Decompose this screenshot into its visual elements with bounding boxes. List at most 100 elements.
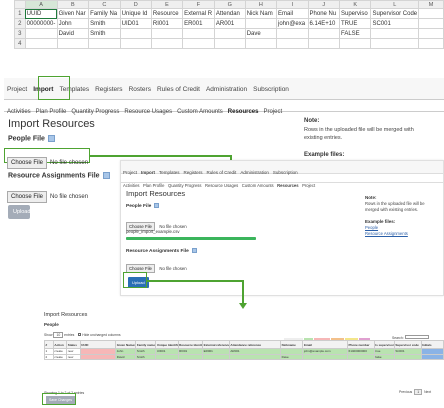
cell[interactable]: Nick Nam [244, 8, 277, 19]
tab-project[interactable]: Project [4, 80, 30, 93]
cell[interactable] [56, 38, 90, 49]
subtab-activities[interactable]: Activities [121, 181, 141, 188]
column-header[interactable]: Status [66, 340, 81, 349]
hide-unchanged-checkbox[interactable] [78, 333, 82, 336]
cell[interactable] [307, 38, 340, 49]
cell[interactable] [88, 38, 121, 49]
subtab-plan-profile[interactable]: Plan Profile [141, 181, 166, 188]
column-header[interactable]: H [244, 0, 277, 9]
cell[interactable]: 00000000- [24, 18, 58, 29]
cell[interactable] [24, 38, 58, 49]
cell[interactable] [418, 18, 444, 29]
subtab-resource-usages[interactable]: Resource Usages [121, 107, 174, 115]
cell[interactable] [244, 38, 277, 49]
column-header[interactable]: Attendance reference [228, 340, 282, 349]
cell[interactable] [119, 28, 152, 39]
cell[interactable] [275, 28, 309, 39]
column-header[interactable]: Is supervisor [373, 340, 395, 349]
cell[interactable]: Supervisor Code [370, 8, 420, 19]
cell[interactable]: Given Nar [56, 8, 90, 19]
cell[interactable] [150, 28, 184, 39]
subtab-project[interactable]: Project [260, 107, 284, 115]
cell[interactable]: UUID [24, 8, 58, 19]
info-icon[interactable] [191, 248, 197, 253]
assignments-file-input[interactable]: Choose File No file chosen [7, 185, 88, 203]
cell[interactable] [370, 28, 420, 39]
row-number[interactable]: 4 [14, 38, 26, 49]
tab-rules-of-credit[interactable]: Rules of Credit [154, 80, 203, 93]
column-header[interactable]: Initials [420, 340, 444, 349]
cell[interactable]: Smith [88, 28, 121, 39]
cell[interactable]: AR001 [213, 18, 246, 29]
column-header[interactable]: K [338, 0, 372, 9]
page-1[interactable]: 1 [414, 389, 423, 395]
cell[interactable] [182, 28, 215, 39]
tab-registers[interactable]: Registers [92, 80, 125, 93]
subtab-plan-profile[interactable]: Plan Profile [33, 107, 69, 115]
cell[interactable]: FALSE [338, 28, 372, 39]
column-header[interactable]: B [56, 0, 90, 9]
row-number[interactable]: 3 [14, 28, 26, 39]
cell[interactable]: External R [182, 8, 215, 19]
cell[interactable] [275, 38, 309, 49]
subtab-resource-usages[interactable]: Resource Usages [203, 181, 240, 188]
cell[interactable] [338, 38, 372, 49]
cell[interactable] [213, 28, 246, 39]
column-header[interactable]: Phone number [347, 340, 375, 349]
info-icon[interactable] [102, 172, 110, 179]
subtab-resources[interactable]: Resources [225, 107, 261, 115]
info-icon[interactable] [47, 135, 55, 142]
cell[interactable] [182, 38, 215, 49]
column-header[interactable] [14, 0, 26, 9]
column-header[interactable]: J [307, 0, 340, 9]
subtab-quantity-progress[interactable]: Quantity Progress [68, 107, 121, 115]
tab-rosters[interactable]: Rosters [126, 80, 154, 93]
subtab-activities[interactable]: Activities [4, 107, 33, 115]
cell[interactable] [150, 38, 184, 49]
column-header[interactable]: G [213, 0, 246, 9]
column-header[interactable]: A [24, 0, 58, 9]
cell[interactable]: Family Na [88, 8, 121, 19]
cell[interactable]: TRUE [338, 18, 372, 29]
cell[interactable]: Smith [88, 18, 121, 29]
cell[interactable] [119, 38, 152, 49]
column-header[interactable]: Email [302, 340, 349, 349]
page-next[interactable]: Next [422, 390, 433, 394]
cell[interactable]: Resource [150, 8, 184, 19]
cell[interactable]: john@exa [275, 18, 309, 29]
cell[interactable]: Dave [244, 28, 277, 39]
column-header[interactable]: Supervisor code [393, 340, 422, 349]
cell[interactable] [307, 28, 340, 39]
cell[interactable] [244, 18, 277, 29]
cell[interactable]: Email [275, 8, 309, 19]
cell[interactable] [213, 38, 246, 49]
column-header[interactable]: # [44, 340, 54, 349]
column-header[interactable]: D [119, 0, 152, 9]
column-header[interactable]: M [418, 0, 444, 9]
column-header[interactable]: E [150, 0, 184, 9]
column-header[interactable]: F [182, 0, 215, 9]
cell[interactable]: ER001 [182, 18, 215, 29]
search-input[interactable] [404, 335, 429, 339]
entries-select[interactable]: 10 [53, 332, 64, 338]
subtab-quantity-progress[interactable]: Quantity Progress [166, 181, 203, 188]
column-header[interactable]: Nickname [280, 340, 304, 349]
cell[interactable]: Unique Id [119, 8, 152, 19]
cell[interactable]: RI001 [150, 18, 184, 29]
column-header[interactable]: Resource Identifier [177, 340, 204, 349]
cell[interactable]: John [56, 18, 90, 29]
subtab-project[interactable]: Project [300, 181, 317, 188]
tab-administration[interactable]: Administration [203, 80, 250, 93]
cell[interactable] [24, 28, 58, 39]
choose-file-button[interactable]: Choose File [7, 191, 48, 203]
cell[interactable] [418, 8, 444, 19]
cell[interactable]: Phone Nu [307, 8, 340, 19]
column-header[interactable]: Given Names [115, 340, 137, 349]
cell[interactable]: SC001 [370, 18, 420, 29]
cell[interactable]: Superviso [338, 8, 372, 19]
tab-subscription[interactable]: Subscription [250, 80, 292, 93]
column-header[interactable]: I [275, 0, 309, 9]
column-header[interactable]: Unique Identifier [155, 340, 179, 349]
choose-file-button[interactable]: Choose File [7, 157, 48, 169]
cell[interactable]: 6.14E+10 [307, 18, 340, 29]
